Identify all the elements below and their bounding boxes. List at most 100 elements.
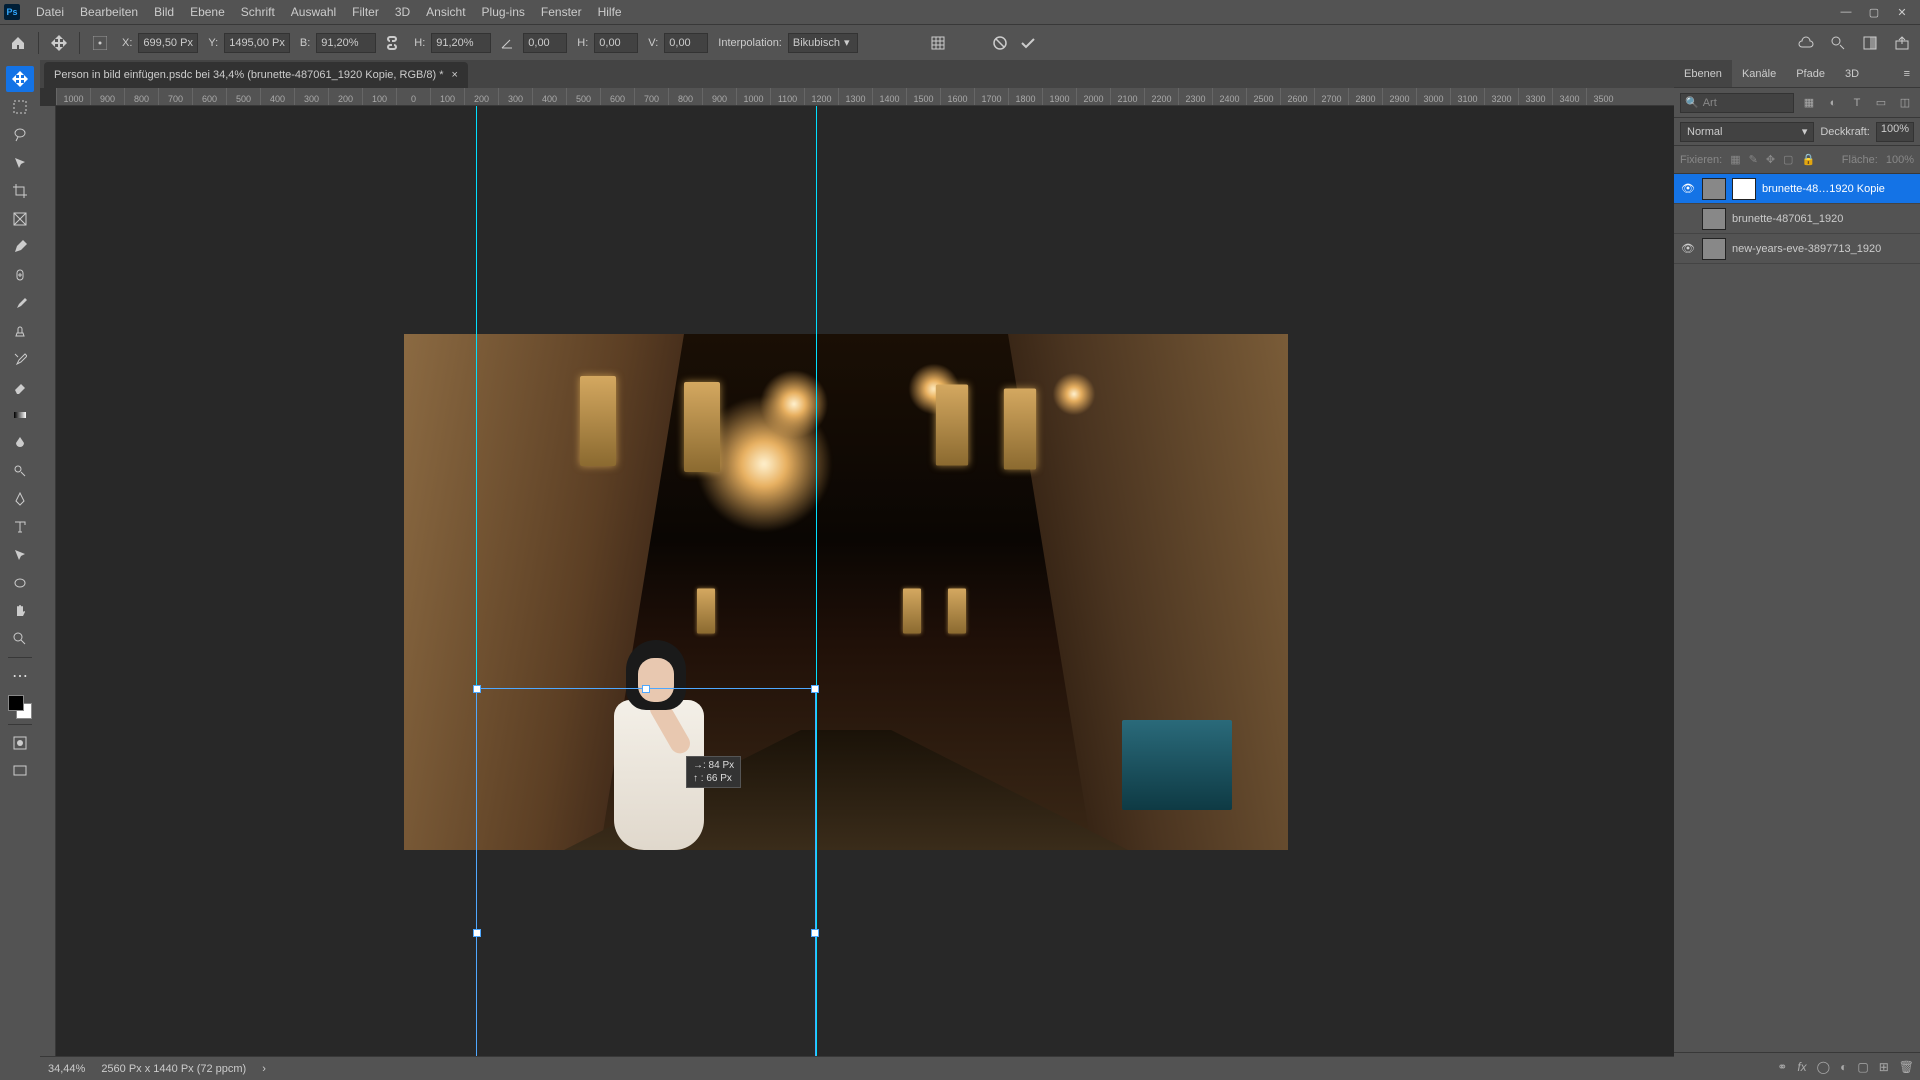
layer-visibility-icon[interactable]: 👁 [1680,242,1696,255]
hand-tool[interactable] [6,598,34,624]
lock-artboard-icon[interactable]: ▢ [1783,153,1793,166]
transform-handle[interactable] [473,929,481,937]
zoom-level[interactable]: 34,44% [48,1063,85,1075]
history-brush-tool[interactable] [6,346,34,372]
warp-icon[interactable] [926,31,950,55]
tab-close-icon[interactable]: × [452,69,458,81]
eyedropper-tool[interactable] [6,234,34,260]
document-tab[interactable]: Person in bild einfügen.psdc bei 34,4% (… [44,62,468,88]
blend-mode-select[interactable]: Normal▾ [1680,122,1814,142]
link-wh-icon[interactable] [380,31,404,55]
cloud-docs-icon[interactable] [1794,31,1818,55]
opacity-field[interactable]: 100% [1876,122,1914,142]
brush-tool[interactable] [6,290,34,316]
guide-vertical[interactable] [816,106,817,1056]
new-layer-icon[interactable]: ⊞ [1879,1060,1889,1074]
layer-thumbnail[interactable] [1702,208,1726,230]
lock-pixels-icon[interactable]: ✎ [1749,153,1758,166]
marquee-tool[interactable] [6,94,34,120]
w-field[interactable]: 91,20% [316,33,376,53]
panel-menu-icon[interactable]: ≡ [1894,60,1920,87]
fill-field[interactable]: 100% [1886,154,1914,166]
clone-stamp-tool[interactable] [6,318,34,344]
filter-adjustment-icon[interactable]: ◐ [1824,94,1842,112]
menu-hilfe[interactable]: Hilfe [590,5,630,19]
menu-plugins[interactable]: Plug-ins [474,5,533,19]
menu-filter[interactable]: Filter [344,5,387,19]
menu-3d[interactable]: 3D [387,5,418,19]
vertical-ruler[interactable] [40,106,56,1056]
filter-pixel-icon[interactable]: ▦ [1800,94,1818,112]
new-group-icon[interactable]: ▢ [1857,1060,1868,1074]
menu-fenster[interactable]: Fenster [533,5,590,19]
horizontal-ruler[interactable]: 1000900800700600500400300200100010020030… [56,88,1674,106]
filter-smart-icon[interactable]: ◫ [1896,94,1914,112]
lasso-tool[interactable] [6,122,34,148]
delete-layer-icon[interactable]: 🗑 [1899,1060,1914,1074]
h-field[interactable]: 91,20% [431,33,491,53]
screen-mode-icon[interactable] [6,758,34,784]
layer-name[interactable]: brunette-48…1920 Kopie [1762,183,1914,195]
dodge-tool[interactable] [6,458,34,484]
rectangle-tool[interactable] [6,570,34,596]
skew-v-field[interactable]: 0,00 [664,33,708,53]
menu-schrift[interactable]: Schrift [233,5,283,19]
layer-row[interactable]: brunette-487061_1920 [1674,204,1920,234]
layer-name[interactable]: new-years-eve-3897713_1920 [1732,243,1914,255]
canvas-area[interactable]: →: 84 Px ↑ : 66 Px [56,106,1674,1056]
guide-vertical[interactable] [476,106,477,1056]
layer-thumbnail[interactable] [1702,178,1726,200]
commit-transform-icon[interactable] [1016,31,1040,55]
lock-transparency-icon[interactable]: ▦ [1730,153,1740,166]
blur-tool[interactable] [6,430,34,456]
transform-tool-icon[interactable] [47,31,71,55]
reference-point-icon[interactable] [88,31,112,55]
tab-ebenen[interactable]: Ebenen [1674,60,1732,87]
eraser-tool[interactable] [6,374,34,400]
menu-auswahl[interactable]: Auswahl [283,5,344,19]
pen-tool[interactable] [6,486,34,512]
new-adjustment-icon[interactable]: ◐ [1840,1060,1847,1074]
x-field[interactable]: 699,50 Px [138,33,198,53]
edit-toolbar-icon[interactable]: ⋯ [6,663,34,689]
move-tool[interactable] [6,66,34,92]
color-swatches[interactable] [8,695,32,719]
healing-brush-tool[interactable] [6,262,34,288]
workspace-icon[interactable] [1858,31,1882,55]
menu-bearbeiten[interactable]: Bearbeiten [72,5,146,19]
add-mask-icon[interactable]: ◯ [1817,1060,1830,1074]
close-button[interactable]: ✕ [1888,6,1916,19]
home-icon[interactable] [6,31,30,55]
minimize-button[interactable]: — [1832,6,1860,18]
menu-ansicht[interactable]: Ansicht [418,5,473,19]
filter-type-icon[interactable]: T [1848,94,1866,112]
share-icon[interactable] [1890,31,1914,55]
link-layers-icon[interactable]: ⚭ [1777,1060,1787,1074]
layer-visibility-icon[interactable]: 👁 [1680,182,1696,195]
document-info[interactable]: 2560 Px x 1440 Px (72 ppcm) [101,1063,246,1075]
menu-ebene[interactable]: Ebene [182,5,233,19]
tab-pfade[interactable]: Pfade [1786,60,1835,87]
layer-row[interactable]: 👁 new-years-eve-3897713_1920 [1674,234,1920,264]
status-arrow-icon[interactable]: › [262,1063,266,1075]
layer-name[interactable]: brunette-487061_1920 [1732,213,1914,225]
path-selection-tool[interactable] [6,542,34,568]
transform-handle[interactable] [811,929,819,937]
layer-mask-thumbnail[interactable] [1732,178,1756,200]
layer-row[interactable]: 👁 brunette-48…1920 Kopie [1674,174,1920,204]
layer-fx-icon[interactable]: fx [1797,1060,1806,1074]
y-field[interactable]: 1495,00 Px [224,33,290,53]
layer-filter-search[interactable]: 🔍 Art [1680,93,1794,113]
tab-3d[interactable]: 3D [1835,60,1869,87]
crop-tool[interactable] [6,178,34,204]
menu-bild[interactable]: Bild [146,5,182,19]
menu-datei[interactable]: Datei [28,5,72,19]
angle-field[interactable]: 0,00 [523,33,567,53]
search-icon[interactable] [1826,31,1850,55]
quick-mask-icon[interactable] [6,730,34,756]
skew-h-field[interactable]: 0,00 [594,33,638,53]
lock-position-icon[interactable]: ✥ [1766,153,1775,166]
interp-select[interactable]: Bikubisch ▾ [788,33,858,53]
filter-shape-icon[interactable]: ▭ [1872,94,1890,112]
zoom-tool[interactable] [6,626,34,652]
